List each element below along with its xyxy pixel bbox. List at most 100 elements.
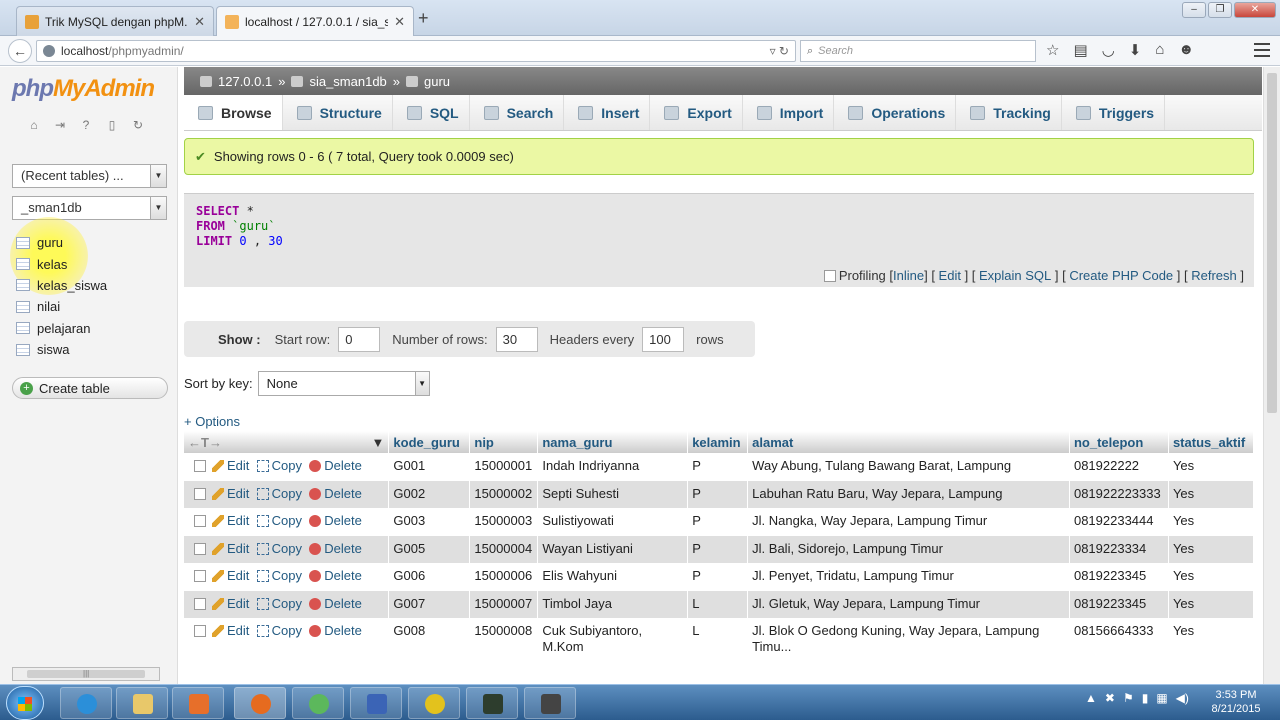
cell-status-aktif[interactable]: Yes [1168, 618, 1255, 656]
tab-export[interactable]: Export [650, 95, 743, 130]
start-button[interactable] [6, 686, 44, 720]
dropdown-triangle-icon[interactable]: ▼ [372, 435, 385, 450]
network-icon[interactable]: ▦ [1156, 691, 1167, 705]
cell-kelamin[interactable]: L [687, 590, 749, 618]
taskbar-explorer[interactable] [116, 687, 168, 719]
row-checkbox[interactable] [194, 542, 206, 555]
cell-alamat[interactable]: Jl. Nangka, Way Jepara, Lampung Timur [747, 508, 1070, 536]
action-center-icon[interactable]: ⚑ [1123, 691, 1134, 705]
table-item-kelas[interactable]: kelas [16, 253, 166, 274]
close-tab-icon[interactable]: ✕ [394, 14, 405, 30]
copy-button[interactable]: Copy [256, 541, 302, 556]
taskbar-app-blue[interactable] [350, 687, 402, 719]
table-item-nilai[interactable]: nilai [16, 296, 166, 317]
tab-insert[interactable]: Insert [564, 95, 651, 130]
cell-kode-guru[interactable]: G008 [388, 618, 471, 656]
cell-alamat[interactable]: Jl. Gletuk, Way Jepara, Lampung Timur [747, 590, 1070, 618]
chat-icon[interactable]: ☻ [1178, 41, 1194, 59]
cell-kelamin[interactable]: P [687, 563, 749, 591]
sort-select[interactable]: None ▼ [257, 371, 430, 396]
cell-nip[interactable]: 15000006 [469, 563, 539, 591]
close-window-button[interactable]: ✕ [1234, 2, 1276, 18]
row-checkbox[interactable] [194, 570, 206, 582]
delete-button[interactable]: Delete [309, 541, 362, 556]
cell-kode-guru[interactable]: G001 [388, 453, 471, 481]
table-item-pelajaran[interactable]: pelajaran [16, 318, 166, 339]
cell-status-aktif[interactable]: Yes [1168, 590, 1255, 618]
column-toggle-header[interactable]: ←T→ ▼ [184, 431, 390, 453]
url-bar[interactable]: localhost/phpmyadmin/ ▿ ↻ [36, 40, 796, 62]
tab-structure[interactable]: Structure [283, 95, 393, 130]
cell-kelamin[interactable]: P [687, 535, 749, 563]
download-icon[interactable]: ⬇ [1129, 41, 1142, 59]
new-tab-button[interactable]: + [418, 8, 429, 29]
cell-no-telepon[interactable]: 0819223345 [1069, 563, 1169, 591]
cell-nama-guru[interactable]: Indah Indriyanna [537, 453, 689, 481]
delete-button[interactable]: Delete [309, 568, 362, 583]
edit-button[interactable]: Edit [212, 486, 249, 501]
taskbar-app-yellow[interactable] [408, 687, 460, 719]
bookmark-star-icon[interactable]: ☆ [1046, 41, 1059, 59]
column-header[interactable]: kode_guru [388, 431, 471, 453]
hamburger-menu-icon[interactable] [1254, 43, 1270, 57]
table-item-guru[interactable]: guru [16, 232, 166, 253]
taskbar-app-recorder[interactable] [524, 687, 576, 719]
column-header[interactable]: nip [469, 431, 539, 453]
cell-nip[interactable]: 15000007 [469, 590, 539, 618]
cell-no-telepon[interactable]: 081922223333 [1069, 480, 1169, 508]
profiling-checkbox[interactable] [823, 269, 836, 282]
recent-tables-select[interactable]: (Recent tables) ... ▼ [12, 164, 167, 188]
cell-kode-guru[interactable]: G002 [388, 480, 471, 508]
cell-kode-guru[interactable]: G006 [388, 563, 471, 591]
edit-button[interactable]: Edit [212, 541, 249, 556]
scrollbar-thumb[interactable] [1267, 73, 1277, 413]
home-icon[interactable]: ⌂ [26, 117, 42, 133]
cell-alamat[interactable]: Labuhan Ratu Baru, Way Jepara, Lampung [747, 480, 1070, 508]
docs-icon[interactable]: ▯ [104, 117, 120, 133]
cell-nama-guru[interactable]: Elis Wahyuni [537, 563, 689, 591]
copy-button[interactable]: Copy [256, 596, 302, 611]
row-checkbox[interactable] [194, 460, 206, 472]
copy-button[interactable]: Copy [256, 568, 302, 583]
cell-alamat[interactable]: Way Abung, Tulang Bawang Barat, Lampung [747, 453, 1070, 481]
row-checkbox[interactable] [194, 597, 206, 610]
cell-nama-guru[interactable]: Cuk Subiyantoro, M.Kom [537, 618, 689, 656]
delete-button[interactable]: Delete [309, 458, 362, 473]
breadcrumb-server[interactable]: 127.0.0.1 [218, 74, 272, 89]
cell-kelamin[interactable]: P [687, 480, 749, 508]
delete-button[interactable]: Delete [309, 513, 362, 528]
database-select[interactable]: _sman1db ▼ [12, 196, 167, 220]
taskbar-ie[interactable] [60, 687, 112, 719]
cell-kode-guru[interactable]: G005 [388, 535, 471, 563]
cell-status-aktif[interactable]: Yes [1168, 563, 1255, 591]
browser-tab-2[interactable]: localhost / 127.0.0.1 / sia_s... ✕ [216, 6, 414, 36]
back-button[interactable]: ← [8, 39, 32, 63]
copy-button[interactable]: Copy [256, 458, 302, 473]
row-checkbox[interactable] [194, 515, 206, 527]
column-header[interactable]: alamat [747, 431, 1070, 453]
copy-button[interactable]: Copy [256, 513, 302, 528]
delete-button[interactable]: Delete [309, 623, 362, 638]
explain-sql-link[interactable]: Explain SQL [979, 268, 1051, 283]
cell-kelamin[interactable]: L [687, 618, 749, 656]
clock[interactable]: 3:53 PM 8/21/2015 [1206, 688, 1266, 716]
home-icon[interactable]: ⌂ [1155, 41, 1164, 59]
start-row-input[interactable]: 0 [338, 326, 381, 352]
cell-nama-guru[interactable]: Septi Suhesti [537, 480, 689, 508]
taskbar-firefox[interactable] [234, 687, 286, 719]
row-checkbox[interactable] [194, 487, 206, 500]
minimize-button[interactable]: – [1182, 2, 1206, 18]
cell-status-aktif[interactable]: Yes [1168, 453, 1255, 481]
edit-button[interactable]: Edit [212, 596, 249, 611]
create-php-code-link[interactable]: Create PHP Code [1069, 268, 1173, 283]
edit-button[interactable]: Edit [212, 623, 249, 638]
tab-import[interactable]: Import [743, 95, 835, 130]
cell-no-telepon[interactable]: 081922222 [1069, 453, 1169, 481]
breadcrumb-table[interactable]: guru [424, 74, 450, 89]
search-input[interactable]: ⌕ Search [800, 40, 1036, 62]
edit-sql-link[interactable]: Edit [939, 268, 961, 283]
cell-no-telepon[interactable]: 08156664333 [1069, 618, 1169, 656]
tab-operations[interactable]: Operations [834, 95, 957, 130]
cell-nama-guru[interactable]: Wayan Listiyani [537, 535, 689, 563]
table-item-siswa[interactable]: siswa [16, 339, 166, 360]
